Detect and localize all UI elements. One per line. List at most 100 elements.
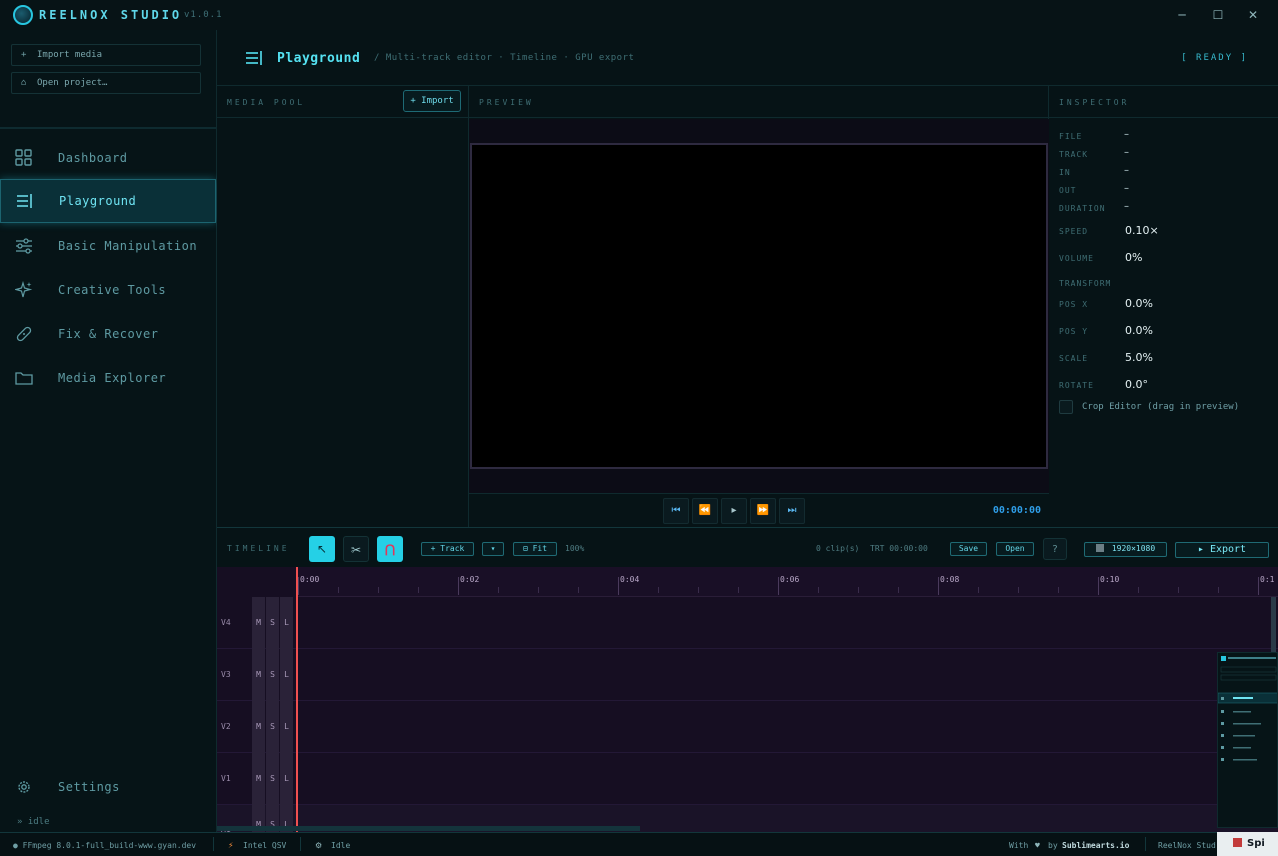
sidebar-item-fix-recover[interactable]: Fix & Recover (0, 312, 216, 356)
track-dropdown-button[interactable]: ▾ (482, 542, 504, 556)
minimize-button[interactable]: ─ (1172, 6, 1192, 24)
sidebar-item-playground[interactable]: Playground (0, 179, 216, 223)
mute-button[interactable]: M (252, 597, 265, 649)
solo-button[interactable]: S (266, 753, 279, 805)
save-button[interactable]: Save (950, 542, 987, 556)
file-label: FILE (1059, 132, 1083, 141)
resolution-button[interactable]: 1920×1080 (1084, 542, 1167, 557)
clip-count: 0 clip(s) (816, 544, 860, 553)
crop-editor-checkbox[interactable] (1059, 400, 1073, 414)
sidebar-item-basic-manipulation[interactable]: Basic Manipulation (0, 224, 216, 268)
media-pool-title: MEDIA POOL (227, 98, 306, 107)
ruler-minor-tick (658, 587, 659, 593)
play-button[interactable]: ▸ (721, 498, 747, 524)
skip-to-end-button[interactable]: ⏭ (779, 498, 805, 524)
media-pool-header: MEDIA POOL + Import (217, 86, 469, 118)
track-name: V4 (221, 618, 231, 627)
transport-controls: ⏮ ⏪ ▸ ⏩ ⏭ 00:00:00 (469, 493, 1049, 527)
mute-button[interactable]: M (252, 701, 265, 753)
volume-field[interactable]: 0% (1125, 251, 1142, 264)
playhead[interactable] (296, 567, 298, 832)
folder-icon (15, 372, 33, 385)
sidebar-item-label: Fix & Recover (58, 327, 159, 341)
cut-tool-button[interactable]: ✂ (343, 536, 369, 562)
sidebar-item-media-explorer[interactable]: Media Explorer (0, 356, 216, 400)
timeline-ruler[interactable]: 0:00 0:02 0:04 0:06 0:08 0:10 0:1 (297, 567, 1278, 597)
preview-panel: PREVIEW ⏮ ⏪ ▸ ⏩ ⏭ 00:00:00 (469, 86, 1049, 527)
skip-to-start-button[interactable]: ⏮ (663, 498, 689, 524)
scale-field[interactable]: 5.0% (1125, 351, 1153, 364)
window-thumbnail-image (1218, 653, 1277, 827)
help-button[interactable]: ? (1043, 538, 1067, 560)
ruler-tick (298, 577, 299, 595)
timeline-title: TIMELINE (227, 544, 290, 553)
horizontal-scrollbar[interactable] (217, 826, 640, 831)
ruler-minor-tick (578, 587, 579, 593)
import-media-label: Import media (37, 50, 103, 60)
add-track-button[interactable]: + Track (421, 542, 474, 556)
ruler-label: 0:02 (460, 575, 480, 584)
speed-field[interactable]: 0.10× (1125, 224, 1159, 237)
track-row-v1[interactable]: V1 M S L (217, 753, 1278, 805)
open-project-button[interactable]: ⌂ Open project… (11, 72, 201, 94)
out-value: – (1124, 183, 1129, 194)
ruler-label: 0:1 (1260, 575, 1275, 584)
pos-y-field[interactable]: 0.0% (1125, 324, 1153, 337)
preview-canvas[interactable] (470, 143, 1048, 469)
ruler-minor-tick (418, 587, 419, 593)
lock-button[interactable]: L (280, 649, 293, 701)
gear-icon (18, 781, 30, 793)
mute-button[interactable]: M (252, 753, 265, 805)
open-button[interactable]: Open (996, 542, 1034, 556)
ruler-minor-tick (898, 587, 899, 593)
credit-link[interactable]: Sublimearts.io (1062, 841, 1129, 850)
rotate-field[interactable]: 0.0° (1125, 378, 1148, 391)
mute-button[interactable]: M (252, 649, 265, 701)
select-tool-button[interactable]: ↖ (309, 536, 335, 562)
in-value: – (1124, 165, 1129, 176)
trt-display: TRT 00:00:00 (870, 544, 928, 553)
import-button[interactable]: + Import (403, 90, 461, 112)
window-thumbnail-preview[interactable] (1217, 652, 1278, 828)
sidebar-divider (0, 127, 216, 129)
solo-button[interactable]: S (266, 597, 279, 649)
ruler-minor-tick (498, 587, 499, 593)
preview-title: PREVIEW (479, 98, 534, 107)
export-button[interactable]: ▸ Export (1175, 542, 1269, 558)
solo-button[interactable]: S (266, 701, 279, 753)
solo-button[interactable]: S (266, 649, 279, 701)
preview-stage (469, 119, 1049, 493)
sidebar-item-label: Creative Tools (58, 283, 167, 297)
fit-button[interactable]: ⊟ Fit (513, 542, 557, 556)
ruler-tick (618, 577, 619, 595)
close-button[interactable]: ✕ (1243, 6, 1263, 24)
ruler-minor-tick (1018, 587, 1019, 593)
pos-x-field[interactable]: 0.0% (1125, 297, 1153, 310)
track-name: V1 (221, 774, 231, 783)
timeline-tracks[interactable]: 0:00 0:02 0:04 0:06 0:08 0:10 0:1 V4 M S… (217, 567, 1278, 832)
import-media-button[interactable]: + Import media (11, 44, 201, 66)
magnet-icon: ⋂ (384, 542, 396, 556)
maximize-button[interactable]: ☐ (1208, 6, 1228, 24)
sidebar-item-creative-tools[interactable]: Creative Tools (0, 268, 216, 312)
sidebar-item-dashboard[interactable]: Dashboard (0, 136, 216, 180)
lock-button[interactable]: L (280, 753, 293, 805)
lock-button[interactable]: L (280, 597, 293, 649)
track-row-v2[interactable]: V2 M S L (217, 701, 1278, 753)
encoder-label: Intel QSV (243, 841, 287, 850)
lightning-icon: ⚡ (228, 841, 234, 850)
track-row-v4[interactable]: V4 M S L (217, 597, 1278, 649)
bandage-icon (16, 326, 32, 342)
spin-popup[interactable]: Spi (1217, 832, 1278, 856)
sidebar-item-settings[interactable]: Settings (0, 765, 216, 809)
in-label: IN (1059, 168, 1071, 177)
rewind-button[interactable]: ⏪ (692, 498, 718, 524)
ruler-tick (938, 577, 939, 595)
vertical-scrollbar[interactable] (1271, 597, 1276, 652)
inspector-panel: INSPECTOR FILE – TRACK – IN – OUT – DURA… (1049, 86, 1278, 527)
snap-magnet-button[interactable]: ⋂ (377, 536, 403, 562)
lock-button[interactable]: L (280, 701, 293, 753)
ruler-minor-tick (858, 587, 859, 593)
track-row-v3[interactable]: V3 M S L (217, 649, 1278, 701)
fast-forward-button[interactable]: ⏩ (750, 498, 776, 524)
